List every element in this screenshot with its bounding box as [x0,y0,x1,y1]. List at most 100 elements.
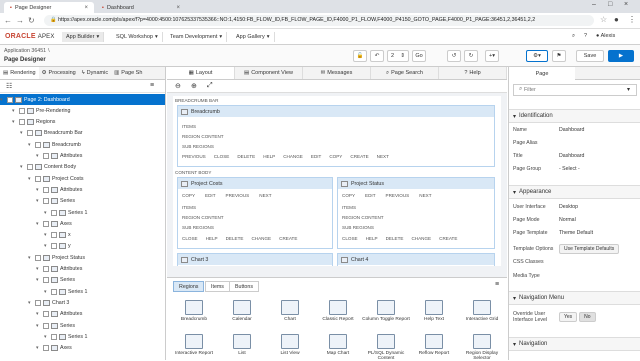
node-checkbox[interactable] [51,333,57,340]
oracle-apex-logo[interactable]: ORACLE APEX [5,33,55,40]
node-checkbox[interactable] [7,96,13,103]
node-checkbox[interactable] [51,243,57,250]
node-checkbox[interactable] [51,209,57,216]
expand-toggle-icon[interactable]: ▾ [20,130,25,136]
expand-toggle-icon[interactable]: ▾ [36,277,41,283]
title-field[interactable]: Dashboard [559,153,637,159]
expand-toggle-icon[interactable]: ▾ [44,243,49,249]
group-navigation-menu[interactable]: ▾ Navigation Menu [509,291,640,305]
expand-toggle-icon[interactable]: ▾ [12,108,17,114]
user-menu[interactable]: ● Alexis [596,33,615,39]
region-project-status[interactable]: Project Status COPY EDIT PREVIOUS NEXT ITEM… [337,177,495,249]
team-dev-icon[interactable]: ⚑ [552,50,566,62]
expand-toggle-icon[interactable]: ▾ [44,232,49,238]
node-checkbox[interactable] [27,130,33,137]
bookmark-star-icon[interactable]: ☆ [600,15,607,24]
tree-node[interactable]: ▾ Attributes [36,309,82,320]
gallery-menu-icon[interactable]: ≡ [495,281,499,288]
menu-app-builder[interactable]: App Builder ▾ [62,32,105,42]
node-checkbox[interactable] [35,254,41,261]
browser-tab-page-designer[interactable]: ▪ Page Designer × [4,2,94,13]
node-checkbox[interactable] [35,175,41,182]
expand-toggle-icon[interactable]: ▾ [36,187,41,193]
tree-node[interactable]: ▾ Series [36,320,75,331]
tab-processing[interactable]: ⚙ Processing [39,67,79,79]
chevron-down-icon[interactable]: ▾ [627,86,630,93]
undo-icon[interactable]: ↶ [370,50,384,62]
tab-dynamic-actions[interactable]: ϟ Dynamic [79,67,111,79]
gallery-tab-buttons[interactable]: Buttons [229,281,259,292]
region-breadcrumb[interactable]: Breadcrumb ITEMS REGION CONTENT SUB REGI… [177,105,495,167]
maximize-icon[interactable]: □ [608,1,612,8]
url-input[interactable]: 🔒 https://apex.oracle.com/pls/apex/f?p=4… [44,15,594,26]
gallery-item[interactable]: Reflow Report [409,334,459,356]
expand-toggle-icon[interactable]: ▾ [36,311,41,317]
node-checkbox[interactable] [43,266,49,272]
tree-node[interactable]: ▾ Attributes [36,184,82,195]
expand-toggle-icon[interactable]: ▾ [28,300,33,306]
browser-menu-icon[interactable]: ⋮ [628,15,636,24]
node-checkbox[interactable] [43,220,49,227]
group-appearance[interactable]: ▾ Appearance [509,185,640,199]
expand-toggle-icon[interactable]: ▾ [44,210,49,216]
tab-messages[interactable]: ✉ Messages [303,67,371,79]
node-checkbox[interactable] [19,107,25,114]
no-toggle[interactable]: No [579,312,596,322]
lock-page-icon[interactable]: 🔓 [353,50,367,62]
expand-toggle-icon[interactable]: ▾ [36,266,41,272]
region-project-costs[interactable]: Project Costs COPY EDIT PREVIOUS NEXT ITEMS… [177,177,333,249]
tree-node[interactable]: ▾ Chart 3 [28,297,69,308]
gallery-tab-items[interactable]: Items [205,281,230,292]
tree-node[interactable]: ▾ Axes [36,343,72,354]
search-icon[interactable]: ⌕ [572,33,575,40]
utilities-icon[interactable]: ⚙▾ [526,50,548,62]
view-mode-icon[interactable]: ☷ [6,82,12,90]
zoom-out-icon[interactable]: ⊖ [175,82,181,90]
tab-layout[interactable]: ▦ Layout [167,67,235,79]
tree-node[interactable]: ▾ Page 2: Dashboard [0,94,165,105]
profile-icon[interactable]: ● [614,15,619,24]
node-checkbox[interactable] [43,277,49,284]
gallery-item[interactable]: PL/SQL Dynamic Content [361,334,411,361]
node-checkbox[interactable] [43,345,49,352]
tree-node[interactable]: ▾ y [44,241,71,252]
zoom-in-icon[interactable]: ⊕ [191,82,197,90]
back-icon[interactable]: ← [4,16,12,25]
tree-node[interactable]: ▾ Series 1 [44,331,87,342]
tab-rendering[interactable]: ▤ Rendering [0,67,39,79]
redo-button-icon[interactable]: ↻ [464,50,478,62]
gallery-item[interactable]: Help Text [409,300,459,322]
expand-toggle-icon[interactable]: ▾ [36,198,41,204]
gallery-item[interactable]: Calendar [217,300,267,322]
gallery-item[interactable]: List [217,334,267,356]
tab-page-properties[interactable]: Page [509,67,575,80]
node-checkbox[interactable] [43,186,49,193]
expand-toggle-icon[interactable]: ▾ [28,255,33,261]
tab-help[interactable]: ? Help [439,67,507,79]
expand-toggle-icon[interactable]: ▾ [28,142,33,148]
node-checkbox[interactable] [51,288,57,295]
breadcrumb-application[interactable]: Application 36451 [4,48,46,54]
gallery-tab-regions[interactable]: Regions [173,281,205,292]
page-mode-select[interactable]: Normal [559,217,637,223]
gallery-item[interactable]: Map Chart [313,334,363,356]
node-checkbox[interactable] [35,141,41,148]
save-button[interactable]: Save [576,50,604,62]
node-checkbox[interactable] [43,153,49,159]
node-checkbox[interactable] [27,164,33,171]
expand-toggle-icon[interactable]: ▾ [12,119,17,125]
forward-icon[interactable]: → [16,16,24,25]
menu-team-development[interactable]: Team Development ▾ [166,32,228,42]
minimize-icon[interactable]: – [592,1,596,8]
tree-node[interactable]: ▾ Pre-Rendering [12,105,70,116]
tree-node[interactable]: ▾ Project Status [28,252,85,263]
run-page-button[interactable]: ▶ [608,50,634,62]
tree-menu-icon[interactable]: ≡ [150,82,154,89]
tree-node[interactable]: ▾ x [44,230,71,241]
node-checkbox[interactable] [35,299,41,306]
region-chart-4[interactable]: Chart 4 COPYEDITPREVIOUSNEXT [337,253,495,266]
region-chart-3[interactable]: Chart 3 COPYEDITPREVIOUSNEXT [177,253,333,266]
expand-toggle-icon[interactable]: ▾ [36,153,41,159]
expand-toggle-icon[interactable]: ▾ [36,221,41,227]
template-options-button[interactable]: Use Template Defaults [559,244,620,254]
